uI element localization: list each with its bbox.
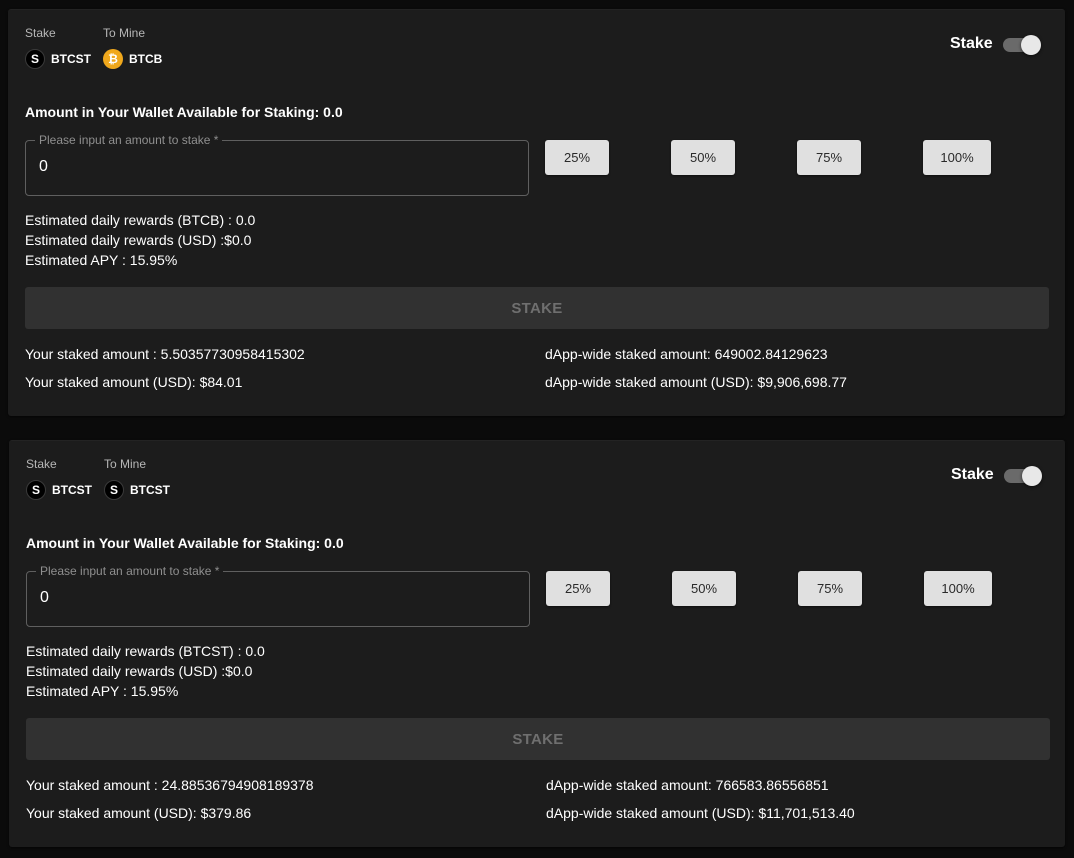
mine-token: S BTCST bbox=[104, 480, 170, 500]
pool-card-btcst-btcst: Stake To Mine S BTCST S BTCST Stake Amou… bbox=[9, 440, 1065, 847]
stake-token-name: BTCST bbox=[52, 483, 92, 497]
your-staked-amount-usd: Your staked amount (USD): $379.86 bbox=[26, 805, 252, 821]
est-apy: Estimated APY : 15.95% bbox=[26, 683, 179, 699]
mine-token-label: To Mine bbox=[104, 457, 147, 471]
stake-amount-field[interactable]: Please input an amount to stake * bbox=[26, 564, 530, 627]
percent-75-button[interactable]: 75% bbox=[797, 140, 861, 175]
est-daily-rewards-usd: Estimated daily rewards (USD) :$0.0 bbox=[25, 232, 252, 248]
percent-50-button[interactable]: 50% bbox=[672, 571, 736, 606]
dapp-staked-amount-usd: dApp-wide staked amount (USD): $9,906,69… bbox=[545, 374, 847, 390]
dapp-staked-amount-usd: dApp-wide staked amount (USD): $11,701,5… bbox=[546, 805, 855, 821]
your-staked-amount: Your staked amount : 24.8853679490818937… bbox=[26, 777, 314, 793]
percent-100-button[interactable]: 100% bbox=[924, 571, 992, 606]
stake-toggle[interactable] bbox=[1003, 35, 1041, 55]
wallet-available: Amount in Your Wallet Available for Stak… bbox=[26, 535, 344, 551]
stake-toggle-label: Stake bbox=[950, 35, 993, 52]
stake-amount-field[interactable]: Please input an amount to stake * bbox=[25, 133, 529, 196]
percent-25-button[interactable]: 25% bbox=[546, 571, 610, 606]
stake-token-label: Stake bbox=[26, 457, 57, 471]
btcst-icon: S bbox=[25, 49, 45, 69]
dapp-staked-amount: dApp-wide staked amount: 766583.86556851 bbox=[546, 777, 829, 793]
dapp-staked-amount: dApp-wide staked amount: 649002.84129623 bbox=[545, 346, 828, 362]
percent-75-button[interactable]: 75% bbox=[798, 571, 862, 606]
percent-25-button[interactable]: 25% bbox=[545, 140, 609, 175]
est-daily-rewards-token: Estimated daily rewards (BTCB) : 0.0 bbox=[25, 212, 256, 228]
mine-token-name: BTCB bbox=[129, 52, 163, 66]
stake-amount-placeholder: Please input an amount to stake * bbox=[36, 564, 224, 578]
btcst-icon: S bbox=[26, 480, 46, 500]
estimates: Estimated daily rewards (BTCB) : 0.0 Est… bbox=[25, 210, 255, 270]
est-daily-rewards-token: Estimated daily rewards (BTCST) : 0.0 bbox=[26, 643, 265, 659]
btcb-icon: ₿ bbox=[103, 49, 123, 69]
stake-toggle[interactable] bbox=[1004, 466, 1042, 486]
estimates: Estimated daily rewards (BTCST) : 0.0 Es… bbox=[26, 641, 265, 701]
btcst-icon: S bbox=[104, 480, 124, 500]
stake-token-name: BTCST bbox=[51, 52, 91, 66]
stake-token: S BTCST bbox=[25, 49, 91, 69]
stake-token-label: Stake bbox=[25, 26, 56, 40]
mine-token-label: To Mine bbox=[103, 26, 146, 40]
pool-card-btcst-btcb: Stake To Mine S BTCST ₿ BTCB Stake Amoun… bbox=[8, 9, 1065, 416]
wallet-available: Amount in Your Wallet Available for Stak… bbox=[25, 104, 343, 120]
stake-button[interactable]: STAKE bbox=[26, 718, 1050, 760]
mine-token-name: BTCST bbox=[130, 483, 170, 497]
stake-toggle-label: Stake bbox=[951, 466, 994, 483]
est-daily-rewards-usd: Estimated daily rewards (USD) :$0.0 bbox=[26, 663, 253, 679]
stake-amount-placeholder: Please input an amount to stake * bbox=[35, 133, 223, 147]
percent-100-button[interactable]: 100% bbox=[923, 140, 991, 175]
stake-toggle-knob bbox=[1021, 35, 1041, 55]
your-staked-amount-usd: Your staked amount (USD): $84.01 bbox=[25, 374, 243, 390]
percent-50-button[interactable]: 50% bbox=[671, 140, 735, 175]
your-staked-amount: Your staked amount : 5.50357730958415302 bbox=[25, 346, 305, 362]
stake-button[interactable]: STAKE bbox=[25, 287, 1049, 329]
stake-amount-input[interactable] bbox=[39, 158, 509, 176]
est-apy: Estimated APY : 15.95% bbox=[25, 252, 178, 268]
stake-toggle-knob bbox=[1022, 466, 1042, 486]
mine-token: ₿ BTCB bbox=[103, 49, 162, 69]
stake-amount-input[interactable] bbox=[40, 589, 510, 607]
stake-token: S BTCST bbox=[26, 480, 92, 500]
